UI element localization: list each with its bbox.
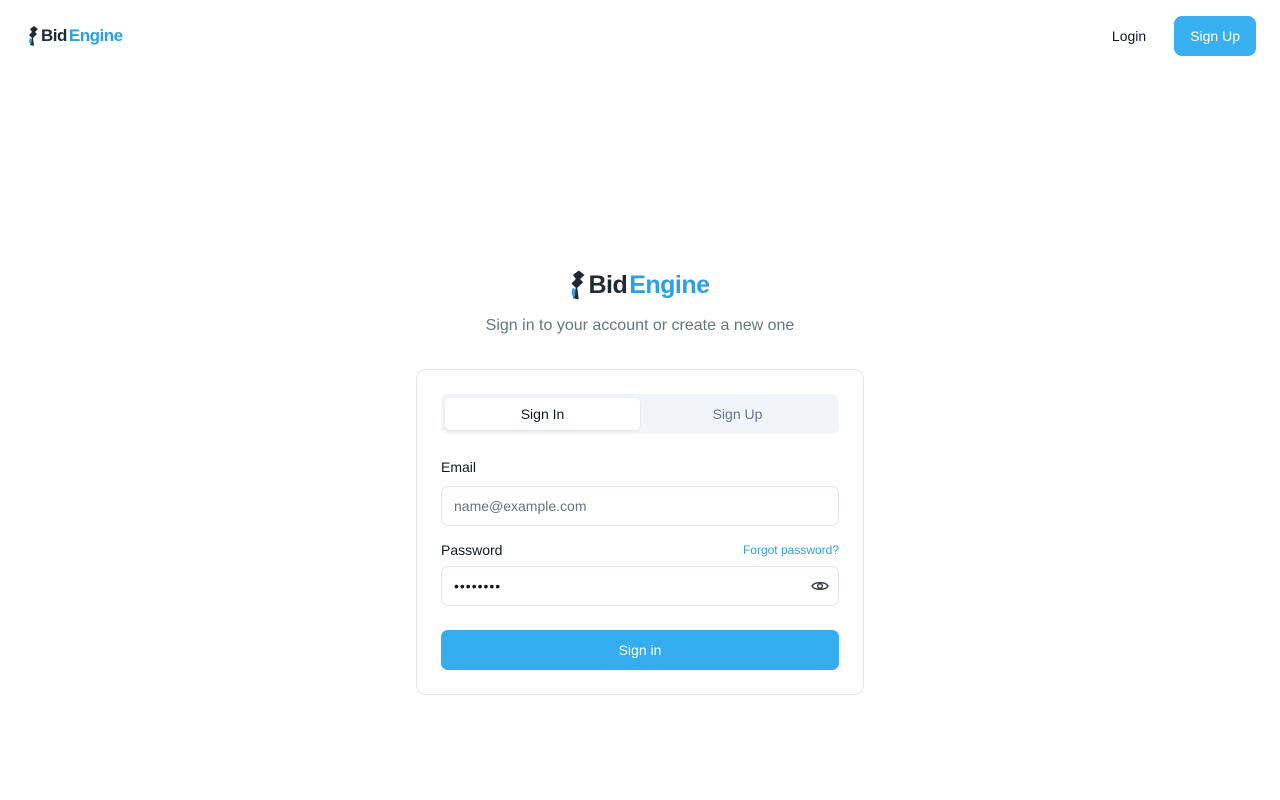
- top-navigation: Bid Engine Login Sign Up: [0, 0, 1280, 72]
- auth-card: Sign In Sign Up Email Password Forgot pa…: [416, 369, 864, 695]
- auth-section: Bid Engine Sign in to your account or cre…: [0, 270, 1280, 695]
- email-label: Email: [441, 459, 477, 475]
- logo-text-engine: Engine: [629, 270, 710, 299]
- brand-logo[interactable]: Bid Engine: [28, 26, 123, 46]
- email-field[interactable]: [441, 486, 839, 526]
- page-subtitle: Sign in to your account or create a new …: [485, 317, 795, 334]
- logo-mark-icon: [571, 270, 585, 300]
- logo-text-bid: Bid: [41, 26, 67, 45]
- tab-sign-in[interactable]: Sign In: [445, 398, 640, 430]
- forgot-password-link[interactable]: Forgot password?: [743, 543, 839, 557]
- sign-in-button[interactable]: Sign in: [441, 630, 839, 670]
- hero-logo: Bid Engine: [570, 270, 710, 300]
- login-button[interactable]: Login: [1096, 18, 1162, 54]
- eye-icon[interactable]: [811, 578, 829, 594]
- logo-text-bid: Bid: [588, 270, 628, 299]
- signup-button[interactable]: Sign Up: [1174, 16, 1256, 56]
- logo-text-engine: Engine: [68, 26, 123, 45]
- auth-tabs: Sign In Sign Up: [441, 394, 839, 434]
- logo-mark-icon: [29, 26, 38, 46]
- password-wrapper: [441, 566, 839, 606]
- password-label-row: Password Forgot password?: [441, 542, 839, 558]
- tab-sign-up[interactable]: Sign Up: [640, 398, 835, 430]
- nav-actions: Login Sign Up: [1096, 16, 1256, 56]
- password-field[interactable]: [441, 566, 839, 606]
- password-label: Password: [441, 542, 503, 558]
